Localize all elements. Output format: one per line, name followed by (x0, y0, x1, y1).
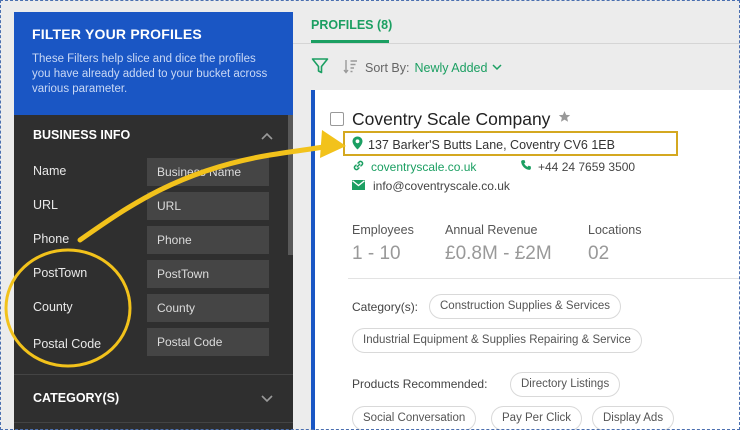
tab-bar: PROFILES (8) (293, 0, 740, 44)
tab-profiles[interactable]: PROFILES (8) (311, 18, 392, 32)
tab-active-indicator (311, 40, 389, 43)
location-pin-icon (352, 136, 368, 153)
locations-label: Locations (588, 223, 642, 237)
product-chip[interactable]: Display Ads (592, 406, 675, 430)
chevron-down-icon[interactable] (261, 391, 273, 406)
locations-value: 02 (588, 243, 610, 264)
profile-select-checkbox[interactable] (330, 112, 344, 126)
email-line: info@coventryscale.co.uk (352, 179, 510, 193)
chevron-up-icon[interactable] (261, 128, 273, 143)
website-link[interactable]: coventryscale.co.uk (371, 160, 476, 174)
email-icon (352, 179, 365, 193)
product-chip[interactable]: Social Conversation (352, 406, 477, 430)
phone-label: Phone (33, 232, 70, 246)
category-title: CATEGORY(S) (33, 391, 120, 405)
email-address[interactable]: info@coventryscale.co.uk (373, 179, 510, 193)
county-label: County (33, 300, 73, 314)
category-chip[interactable]: Industrial Equipment & Supplies Repairin… (352, 328, 642, 353)
filter-row-county: County County (14, 294, 293, 322)
address-text: 137 Barker'S Butts Lane, Coventry CV6 1E… (368, 137, 615, 152)
filter-panel: FILTER YOUR PROFILES These Filters help … (14, 12, 293, 430)
postal-code-label: Postal Code (33, 337, 102, 351)
posttown-label: PostTown (33, 266, 88, 280)
section-divider (14, 374, 293, 375)
product-chip[interactable]: Directory Listings (510, 372, 621, 397)
filter-row-posttown: PostTown PostTown (14, 260, 293, 288)
phone-number: +44 24 7659 3500 (538, 159, 636, 174)
filter-title: FILTER YOUR PROFILES (32, 26, 202, 42)
posttown-input[interactable]: PostTown (147, 260, 269, 288)
profiles-panel: PROFILES (8) Sort By: Newly Added Covent… (293, 0, 740, 430)
sort-icon[interactable] (343, 58, 359, 79)
filter-row-url: URL URL (14, 192, 293, 220)
chevron-down-icon[interactable] (492, 63, 502, 74)
phone-input[interactable]: Phone (147, 226, 269, 254)
sort-dropdown[interactable]: Newly Added (414, 61, 487, 75)
employees-label: Employees (352, 223, 414, 237)
postal-code-input[interactable]: Postal Code (147, 328, 269, 356)
filter-row-postal-code: Postal Code Postal Code (14, 328, 293, 356)
url-label: URL (33, 198, 59, 212)
sort-bar: Sort By: Newly Added (311, 57, 502, 80)
card-divider (348, 278, 740, 279)
filter-row-phone: Phone Phone (14, 226, 293, 254)
website-line: coventryscale.co.uk (352, 159, 476, 175)
annual-revenue-label: Annual Revenue (445, 223, 538, 237)
category-header[interactable]: CATEGORY(S) (14, 378, 293, 418)
phone-line: +44 24 7659 3500 (520, 159, 635, 174)
business-name-input[interactable]: Business Name (147, 158, 269, 186)
business-info-header[interactable]: BUSINESS INFO (14, 115, 293, 155)
star-icon[interactable] (558, 110, 571, 126)
section-divider (14, 422, 293, 423)
sort-label: Sort By: (365, 61, 410, 75)
annual-revenue-value: £0.8M - £2M (445, 243, 552, 264)
filter-row-name: Name Business Name (14, 158, 293, 186)
name-label: Name (33, 164, 67, 178)
phone-icon (520, 159, 532, 174)
products-label: Products Recommended: (352, 377, 488, 391)
company-name[interactable]: Coventry Scale Company (352, 109, 550, 130)
filter-header: FILTER YOUR PROFILES These Filters help … (14, 12, 293, 115)
employees-value: 1 - 10 (352, 243, 401, 264)
address-highlight-box: 137 Barker'S Butts Lane, Coventry CV6 1E… (343, 131, 678, 156)
county-input[interactable]: County (147, 294, 269, 322)
url-input[interactable]: URL (147, 192, 269, 220)
profile-card: Coventry Scale Company 137 Barker'S Butt… (311, 90, 740, 430)
link-icon (352, 159, 365, 175)
business-info-title: BUSINESS INFO (33, 128, 131, 142)
category-chip[interactable]: Construction Supplies & Services (429, 294, 622, 319)
address-line: 137 Barker'S Butts Lane, Coventry CV6 1E… (352, 136, 615, 153)
categories-label: Category(s): (352, 300, 419, 314)
filter-description: These Filters help slice and dice the pr… (32, 53, 268, 95)
product-chip[interactable]: Pay Per Click (491, 406, 583, 430)
filter-funnel-icon[interactable] (311, 57, 329, 80)
